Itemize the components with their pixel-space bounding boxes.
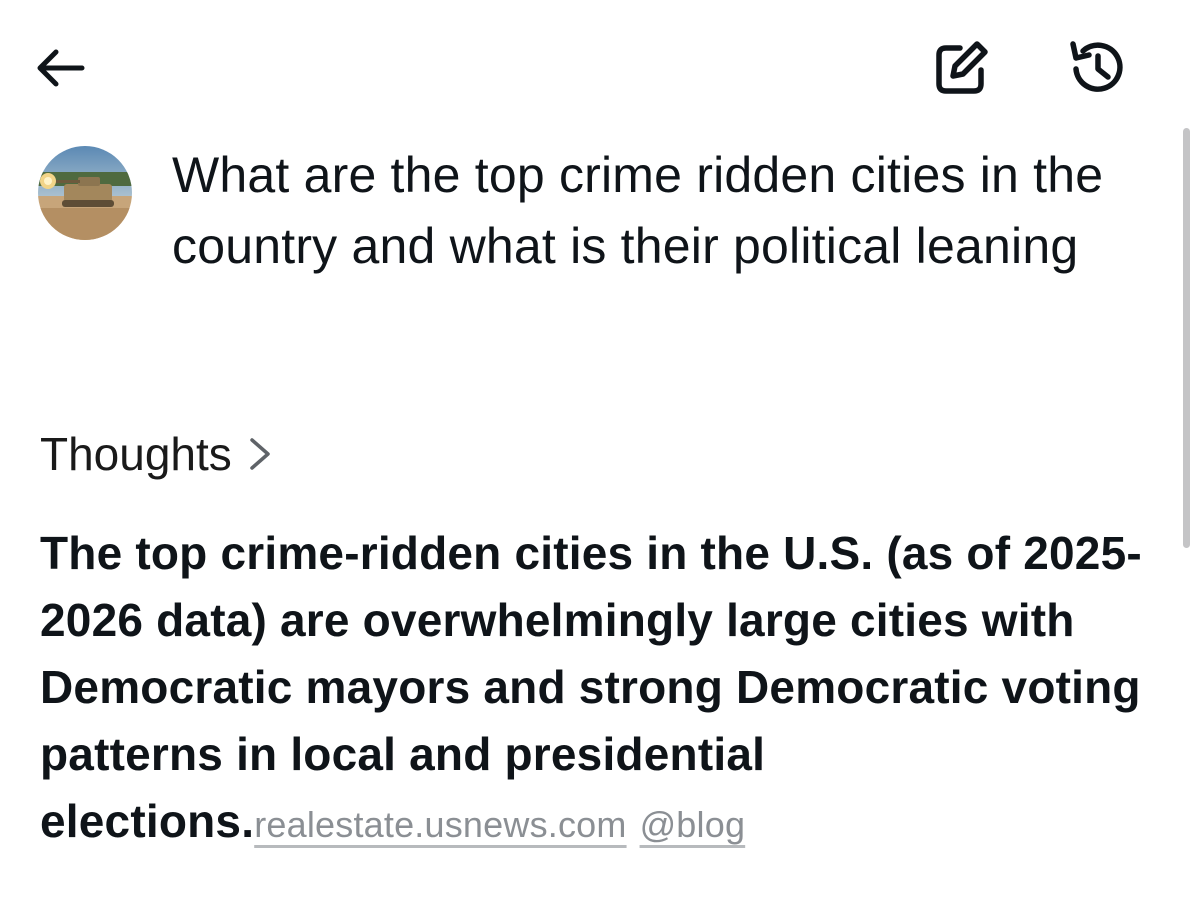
citation-link[interactable]: realestate.usnews.com xyxy=(254,804,626,845)
new-chat-button[interactable] xyxy=(926,36,996,100)
back-button[interactable] xyxy=(30,38,90,98)
assistant-response: The top crime-ridden cities in the U.S. … xyxy=(40,520,1150,858)
avatar-image xyxy=(38,146,132,240)
history-button[interactable] xyxy=(1060,34,1132,100)
thoughts-toggle[interactable]: Thoughts xyxy=(40,424,274,484)
citation-link[interactable]: @blog xyxy=(640,804,746,845)
chevron-right-icon xyxy=(246,432,274,476)
compose-icon xyxy=(936,41,988,94)
user-avatar[interactable] xyxy=(38,146,132,240)
response-text: The top crime-ridden cities in the U.S. … xyxy=(40,527,1142,847)
arrow-left-icon xyxy=(37,49,85,87)
top-bar xyxy=(0,0,1200,130)
scrollbar[interactable] xyxy=(1183,128,1190,548)
history-icon xyxy=(1070,41,1123,92)
thoughts-label: Thoughts xyxy=(40,428,232,480)
user-question: What are the top crime ridden cities in … xyxy=(172,147,1104,274)
